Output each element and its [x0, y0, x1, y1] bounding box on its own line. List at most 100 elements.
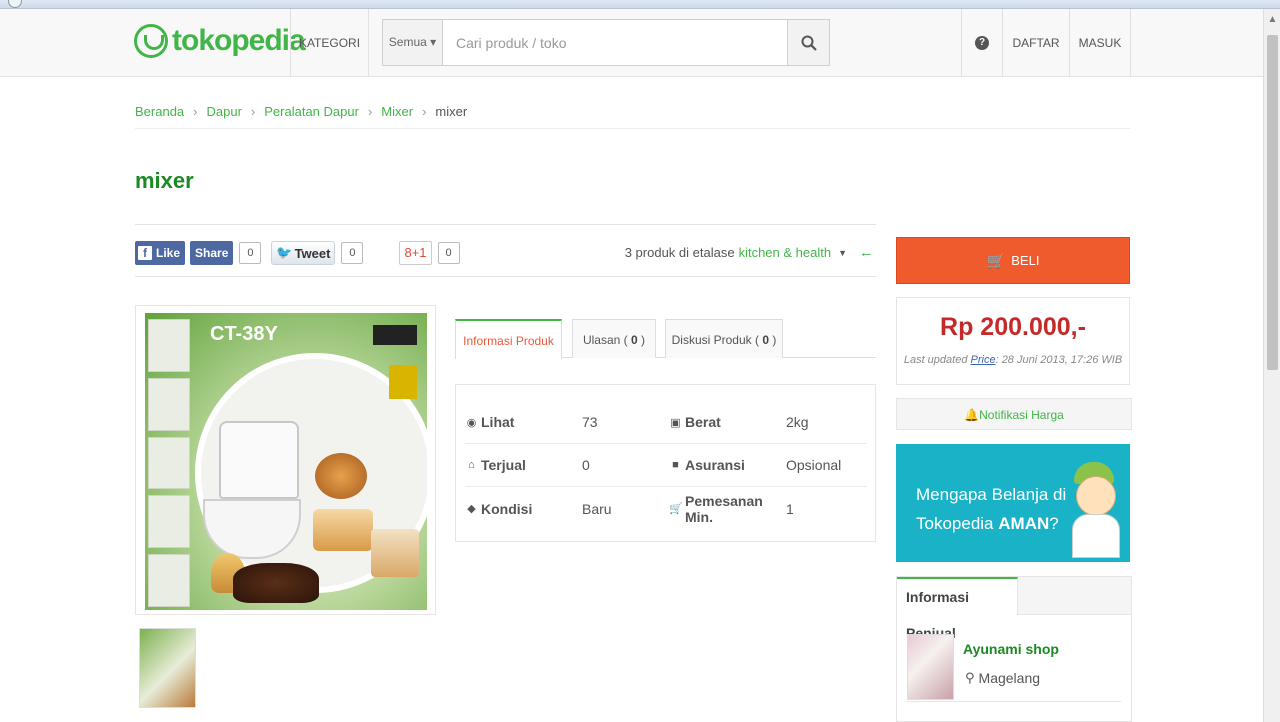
product-price: Rp 200.000,- [940, 313, 1086, 341]
masuk-link[interactable]: MASUK [1070, 9, 1130, 77]
logo-bag-icon [134, 24, 168, 58]
arrow-left-icon[interactable]: ← [859, 244, 874, 261]
scroll-thumb[interactable] [1267, 35, 1278, 370]
tag-icon: ◆ [467, 503, 476, 515]
logo[interactable]: tokopedia [134, 21, 306, 61]
nav-kategori[interactable]: KATEGORI [291, 9, 368, 77]
tab-ulasan[interactable]: Ulasan ( 0 ) [572, 319, 656, 358]
image-bread [313, 509, 373, 551]
google-plus-count: 0 [437, 242, 460, 264]
price-history-link[interactable]: Price [971, 354, 996, 366]
buy-button[interactable]: 🛒 BELI [896, 237, 1130, 284]
image-chocolate [233, 563, 319, 603]
image-bread [315, 453, 367, 499]
twitter-bird-icon: 🐦 [276, 245, 293, 260]
seller-avatar[interactable] [907, 634, 954, 700]
info-label-text: Pemesanan Min. [685, 492, 763, 525]
help-icon: ? [975, 36, 989, 50]
divider [135, 276, 876, 277]
breadcrumb-link[interactable]: Peralatan Dapur [264, 104, 359, 119]
buy-label: BELI [1011, 253, 1040, 268]
search-button[interactable] [787, 20, 829, 65]
site-header: tokopedia KATEGORI Semua ▾ ? DAFTAR MASU… [0, 9, 1263, 77]
tweet-count: 0 [341, 242, 364, 264]
tab-diskusi-produk[interactable]: Diskusi Produk ( 0 ) [665, 319, 783, 358]
banner-line2-bold: AMAN [998, 514, 1050, 533]
breadcrumb: Beranda › Dapur › Peralatan Dapur › Mixe… [135, 104, 467, 119]
product-image[interactable]: CT-38Y [145, 313, 427, 610]
last-updated-prefix: Last updated [903, 354, 968, 366]
tab-label: Diskusi Produk ( [671, 333, 759, 347]
bell-icon: 🔔 [964, 408, 980, 422]
eye-icon: ◉ [466, 416, 477, 429]
price-box: Rp 200.000,- Last updated Price: 28 Juni… [896, 297, 1130, 385]
breadcrumb-chevron-icon: › [367, 104, 373, 119]
etalase-info: 3 produk di etalase kitchen & health ▼ ← [625, 244, 874, 261]
mascot-illustration [1068, 462, 1124, 558]
breadcrumb-link[interactable]: Mixer [381, 104, 413, 119]
info-row: ⌂ Terjual 0 ■ Asuransi Opsional [465, 444, 867, 487]
product-thumbnail[interactable] [139, 628, 196, 708]
tab-count: 0 [762, 333, 770, 347]
info-label-text: Lihat [481, 414, 515, 430]
search-input[interactable] [444, 20, 788, 65]
scroll-up-icon[interactable]: ▲ [1264, 13, 1280, 27]
notification-label: Notifikasi Harga [979, 408, 1064, 422]
tab-label: Ulasan ( [582, 333, 628, 347]
info-label: ◆ Kondisi [465, 501, 582, 517]
info-label: ◉ Lihat [465, 414, 582, 430]
info-row: ◉ Lihat 73 ▣ Berat 2kg [465, 401, 867, 444]
tab-count: 0 [631, 333, 638, 347]
image-side-strip [148, 319, 190, 607]
scrollbar[interactable]: ▲ [1263, 9, 1280, 722]
facebook-share-button[interactable]: Share [190, 241, 234, 265]
browser-chrome [0, 0, 1280, 9]
banner-line2-suffix: ? [1049, 514, 1059, 533]
daftar-link[interactable]: DAFTAR [1002, 9, 1070, 77]
info-label-text: Terjual [481, 457, 526, 473]
last-updated: Last updated Price: 28 Juni 2013, 17:26 … [897, 354, 1129, 366]
info-value: 0 [582, 457, 590, 473]
map-pin-icon: ⚲ [965, 670, 975, 685]
seller-location-text: Magelang [978, 670, 1041, 686]
header-divider [1130, 9, 1131, 77]
safe-shopping-banner[interactable]: Mengapa Belanja di Tokopedia AMAN? [896, 444, 1130, 562]
divider [907, 701, 1121, 702]
info-value: 2kg [786, 414, 809, 430]
breadcrumb-link[interactable]: Dapur [207, 104, 242, 119]
tab-suffix: ) [641, 333, 646, 347]
tab-informasi-produk[interactable]: Informasi Produk [455, 319, 562, 359]
info-label: ⌂ Terjual [465, 457, 582, 473]
banner-text: Mengapa Belanja di Tokopedia AMAN? [916, 480, 1086, 538]
seller-tabs: Informasi Penjual [897, 577, 1131, 641]
help-button[interactable]: ? [962, 9, 1002, 77]
search-category-select[interactable]: Semua ▾ [383, 20, 443, 65]
google-plus-button[interactable]: 8+1 [399, 241, 432, 265]
seller-name[interactable]: Ayunami shop [963, 641, 1059, 657]
cart-icon: 🛒 [986, 252, 1006, 270]
tab-label: Informasi Produk [463, 334, 554, 348]
header-divider [368, 9, 369, 77]
price-notification-button[interactable]: 🔔Notifikasi Harga [896, 398, 1132, 430]
breadcrumb-link[interactable]: Beranda [135, 104, 184, 119]
info-value: Opsional [786, 457, 842, 473]
facebook-like-label: Like [156, 246, 181, 260]
product-info-table: ◉ Lihat 73 ▣ Berat 2kg ⌂ Terjual 0 ■ Asurans… [455, 384, 876, 542]
weight-icon: ▣ [670, 416, 681, 429]
product-image-frame: CT-38Y [135, 305, 436, 615]
page-title: mixer [135, 168, 194, 193]
image-package-icons [389, 365, 417, 399]
info-label-text: Kondisi [481, 500, 533, 517]
facebook-like-button[interactable]: f Like [135, 241, 186, 265]
product-tabs: Informasi Produk Ulasan ( 0 ) Diskusi Pr… [455, 317, 876, 359]
image-model-label: CT-38Y [210, 323, 278, 345]
divider [135, 224, 876, 225]
tab-informasi-penjual[interactable]: Informasi Penjual [897, 577, 1018, 641]
truck-icon: ■ [672, 459, 679, 471]
etalase-link[interactable]: kitchen & health [739, 245, 832, 260]
logo-text: tokopedia [172, 24, 306, 57]
info-label-text: Berat [685, 414, 721, 430]
caret-down-icon[interactable]: ▼ [838, 248, 847, 258]
tweet-button[interactable]: 🐦 Tweet [271, 241, 336, 265]
image-bread [371, 529, 419, 577]
